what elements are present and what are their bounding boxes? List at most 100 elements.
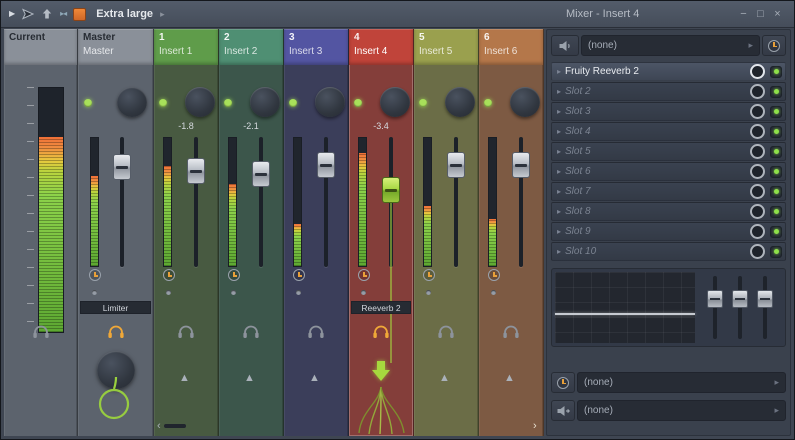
track-header[interactable]: Current xyxy=(4,29,77,65)
volume-fader[interactable] xyxy=(512,152,530,178)
slot-arrow-icon[interactable]: ▸ xyxy=(557,128,561,136)
mute-led[interactable] xyxy=(159,99,167,107)
clock-icon[interactable] xyxy=(423,269,435,281)
track-header[interactable]: 3 Insert 3 xyxy=(284,29,348,65)
volume-fader[interactable] xyxy=(187,158,205,184)
close-button[interactable]: × xyxy=(769,9,786,20)
input-time-button[interactable] xyxy=(762,35,786,56)
mute-led[interactable] xyxy=(354,99,362,107)
eq-graph[interactable] xyxy=(555,272,695,343)
clock-icon[interactable] xyxy=(163,269,175,281)
clock-icon[interactable] xyxy=(488,269,500,281)
slot-mix-knob[interactable] xyxy=(750,224,765,239)
plugin-slot-7[interactable]: ▸ Slot 7 xyxy=(551,182,786,201)
headphone-icon[interactable] xyxy=(307,325,325,339)
slot-arrow-icon[interactable]: ▸ xyxy=(557,148,561,156)
eq-mid-fader[interactable] xyxy=(732,290,748,308)
record-dot[interactable] xyxy=(166,290,171,295)
slot-mix-knob[interactable] xyxy=(750,124,765,139)
audio-input-button[interactable] xyxy=(551,35,579,56)
slot-enable-led[interactable] xyxy=(770,126,782,138)
headphone-icon[interactable] xyxy=(242,325,260,339)
slot-enable-led[interactable] xyxy=(770,186,782,198)
headphone-icon[interactable] xyxy=(107,325,125,339)
pan-knob[interactable] xyxy=(250,87,280,117)
plugin-slot-10[interactable]: ▸ Slot 10 xyxy=(551,242,786,261)
mute-led[interactable] xyxy=(484,99,492,107)
detach-icon[interactable] xyxy=(22,8,34,20)
volume-fader[interactable] xyxy=(113,154,131,180)
slot-mix-knob[interactable] xyxy=(750,64,765,79)
route-down-arrow-icon[interactable] xyxy=(372,361,390,382)
mixer-menu-icon[interactable]: ▶ xyxy=(9,10,15,18)
headphone-icon[interactable] xyxy=(372,325,390,339)
headphone-icon[interactable] xyxy=(502,325,520,339)
output-device-select[interactable]: (none) ▸ xyxy=(577,400,786,421)
mute-led[interactable] xyxy=(224,99,232,107)
slot-mix-knob[interactable] xyxy=(750,184,765,199)
route-arrow-icon[interactable]: ▲ xyxy=(179,373,190,384)
record-dot[interactable] xyxy=(491,290,496,295)
slot-mix-knob[interactable] xyxy=(750,144,765,159)
eq-low-fader[interactable] xyxy=(707,290,723,308)
maximize-button[interactable]: □ xyxy=(752,9,769,20)
plugin-slot-9[interactable]: ▸ Slot 9 xyxy=(551,222,786,241)
slot-mix-knob[interactable] xyxy=(750,204,765,219)
track-header[interactable]: Master Master xyxy=(78,29,153,65)
headphone-icon[interactable] xyxy=(437,325,455,339)
mixer-track-master[interactable]: Master Master Limiter xyxy=(78,29,154,436)
mute-led[interactable] xyxy=(289,99,297,107)
scroll-left-icon[interactable]: ‹ xyxy=(157,420,161,432)
mixer-track-insert-6[interactable]: 6 Insert 6 ▲ xyxy=(479,29,544,436)
mute-led[interactable] xyxy=(419,99,427,107)
plugin-slot-1[interactable]: ▸ Fruity Reeverb 2 xyxy=(551,62,786,81)
pop-out-icon[interactable] xyxy=(41,8,53,20)
slot-arrow-icon[interactable]: ▸ xyxy=(557,68,561,76)
mixer-track-insert-4[interactable]: 4 Insert 4 -3.4 Reeverb 2 xyxy=(349,29,414,436)
sidechain-select[interactable]: (none) ▸ xyxy=(577,372,786,393)
slot-enable-led[interactable] xyxy=(770,246,782,258)
slot-mix-knob[interactable] xyxy=(750,104,765,119)
slot-enable-led[interactable] xyxy=(770,66,782,78)
titlebar[interactable]: ▶ ▸◂ Extra large ▸ Mixer - Insert 4 − □ … xyxy=(1,1,794,28)
route-arrow-icon[interactable]: ▲ xyxy=(504,373,515,384)
track-header[interactable]: 5 Insert 5 xyxy=(414,29,478,65)
dock-icon[interactable]: ▸◂ xyxy=(60,10,66,18)
layout-preset-label[interactable]: Extra large xyxy=(96,8,153,20)
slot-arrow-icon[interactable]: ▸ xyxy=(557,208,561,216)
input-source-select[interactable]: (none) ▸ xyxy=(581,35,760,56)
plugin-slot-2[interactable]: ▸ Slot 2 xyxy=(551,82,786,101)
plugin-label[interactable]: Reeverb 2 xyxy=(351,301,411,314)
slot-enable-led[interactable] xyxy=(770,226,782,238)
slot-arrow-icon[interactable]: ▸ xyxy=(557,228,561,236)
route-arrow-icon[interactable]: ▲ xyxy=(439,373,450,384)
track-header[interactable]: 1 Insert 1 xyxy=(154,29,218,65)
slot-arrow-icon[interactable]: ▸ xyxy=(557,188,561,196)
slot-arrow-icon[interactable]: ▸ xyxy=(557,248,561,256)
minimize-button[interactable]: − xyxy=(735,9,752,20)
plugin-label[interactable]: Limiter xyxy=(80,301,151,314)
scrollbar-thumb[interactable] xyxy=(164,424,186,428)
record-dot[interactable] xyxy=(296,290,301,295)
clock-icon[interactable] xyxy=(358,269,370,281)
plugin-slot-4[interactable]: ▸ Slot 4 xyxy=(551,122,786,141)
mixer-scrollbar[interactable]: ‹ xyxy=(157,420,186,432)
pan-knob[interactable] xyxy=(445,87,475,117)
record-dot[interactable] xyxy=(361,290,366,295)
volume-fader[interactable] xyxy=(252,161,270,187)
preset-arrow-icon[interactable]: ▸ xyxy=(160,10,165,19)
pan-knob[interactable] xyxy=(315,87,345,117)
mute-led[interactable] xyxy=(84,99,92,107)
plugin-slot-6[interactable]: ▸ Slot 6 xyxy=(551,162,786,181)
record-dot[interactable] xyxy=(92,290,97,295)
eq-high-fader[interactable] xyxy=(757,290,773,308)
slot-enable-led[interactable] xyxy=(770,106,782,118)
pan-knob[interactable] xyxy=(510,87,540,117)
mixer-track-insert-2[interactable]: 2 Insert 2 -2.1 ▲ xyxy=(219,29,284,436)
plugin-slot-8[interactable]: ▸ Slot 8 xyxy=(551,202,786,221)
mixer-track-insert-1[interactable]: 1 Insert 1 -1.8 ▲ xyxy=(154,29,219,436)
plugin-slot-3[interactable]: ▸ Slot 3 xyxy=(551,102,786,121)
slot-arrow-icon[interactable]: ▸ xyxy=(557,88,561,96)
send-time-button[interactable] xyxy=(551,372,575,393)
route-arrow-icon[interactable]: ▲ xyxy=(309,373,320,384)
